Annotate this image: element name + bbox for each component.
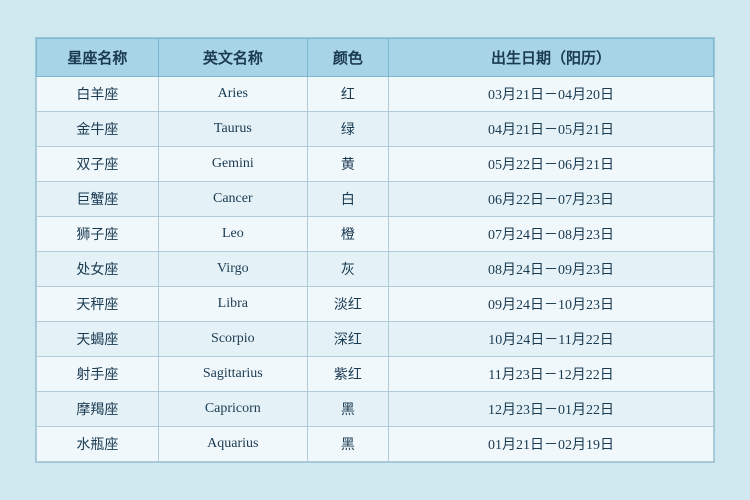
cell-english: Virgo (158, 252, 307, 287)
table-header-row: 星座名称 英文名称 颜色 出生日期（阳历） (37, 39, 714, 77)
table-row: 天秤座Libra淡红09月24日－10月23日 (37, 287, 714, 322)
header-color: 颜色 (307, 39, 388, 77)
cell-english: Sagittarius (158, 357, 307, 392)
cell-chinese: 双子座 (37, 147, 159, 182)
cell-date: 09月24日－10月23日 (389, 287, 714, 322)
cell-english: Aries (158, 77, 307, 112)
cell-color: 淡红 (307, 287, 388, 322)
cell-english: Leo (158, 217, 307, 252)
table-row: 水瓶座Aquarius黑01月21日－02月19日 (37, 427, 714, 462)
cell-date: 04月21日－05月21日 (389, 112, 714, 147)
cell-chinese: 白羊座 (37, 77, 159, 112)
cell-english: Gemini (158, 147, 307, 182)
table-row: 处女座Virgo灰08月24日－09月23日 (37, 252, 714, 287)
cell-date: 08月24日－09月23日 (389, 252, 714, 287)
cell-english: Aquarius (158, 427, 307, 462)
cell-date: 06月22日－07月23日 (389, 182, 714, 217)
cell-chinese: 射手座 (37, 357, 159, 392)
cell-color: 黑 (307, 427, 388, 462)
table-row: 射手座Sagittarius紫红11月23日－12月22日 (37, 357, 714, 392)
cell-color: 深红 (307, 322, 388, 357)
table-row: 摩羯座Capricorn黑12月23日－01月22日 (37, 392, 714, 427)
zodiac-table: 星座名称 英文名称 颜色 出生日期（阳历） 白羊座Aries红03月21日－04… (36, 38, 714, 462)
cell-chinese: 金牛座 (37, 112, 159, 147)
cell-color: 红 (307, 77, 388, 112)
cell-date: 07月24日－08月23日 (389, 217, 714, 252)
cell-chinese: 处女座 (37, 252, 159, 287)
cell-english: Capricorn (158, 392, 307, 427)
table-row: 天蝎座Scorpio深红10月24日－11月22日 (37, 322, 714, 357)
table-row: 狮子座Leo橙07月24日－08月23日 (37, 217, 714, 252)
cell-date: 11月23日－12月22日 (389, 357, 714, 392)
cell-chinese: 水瓶座 (37, 427, 159, 462)
table-row: 白羊座Aries红03月21日－04月20日 (37, 77, 714, 112)
cell-english: Taurus (158, 112, 307, 147)
cell-chinese: 巨蟹座 (37, 182, 159, 217)
header-date: 出生日期（阳历） (389, 39, 714, 77)
zodiac-table-wrapper: 星座名称 英文名称 颜色 出生日期（阳历） 白羊座Aries红03月21日－04… (35, 37, 715, 463)
cell-date: 01月21日－02月19日 (389, 427, 714, 462)
cell-date: 10月24日－11月22日 (389, 322, 714, 357)
cell-date: 03月21日－04月20日 (389, 77, 714, 112)
cell-chinese: 天秤座 (37, 287, 159, 322)
header-chinese: 星座名称 (37, 39, 159, 77)
cell-date: 05月22日－06月21日 (389, 147, 714, 182)
cell-english: Scorpio (158, 322, 307, 357)
cell-color: 橙 (307, 217, 388, 252)
cell-color: 黄 (307, 147, 388, 182)
cell-chinese: 狮子座 (37, 217, 159, 252)
cell-chinese: 天蝎座 (37, 322, 159, 357)
cell-english: Libra (158, 287, 307, 322)
cell-color: 白 (307, 182, 388, 217)
cell-color: 紫红 (307, 357, 388, 392)
table-body: 白羊座Aries红03月21日－04月20日金牛座Taurus绿04月21日－0… (37, 77, 714, 462)
cell-date: 12月23日－01月22日 (389, 392, 714, 427)
table-row: 双子座Gemini黄05月22日－06月21日 (37, 147, 714, 182)
cell-chinese: 摩羯座 (37, 392, 159, 427)
table-row: 金牛座Taurus绿04月21日－05月21日 (37, 112, 714, 147)
header-english: 英文名称 (158, 39, 307, 77)
cell-color: 绿 (307, 112, 388, 147)
table-row: 巨蟹座Cancer白06月22日－07月23日 (37, 182, 714, 217)
cell-color: 黑 (307, 392, 388, 427)
cell-color: 灰 (307, 252, 388, 287)
cell-english: Cancer (158, 182, 307, 217)
